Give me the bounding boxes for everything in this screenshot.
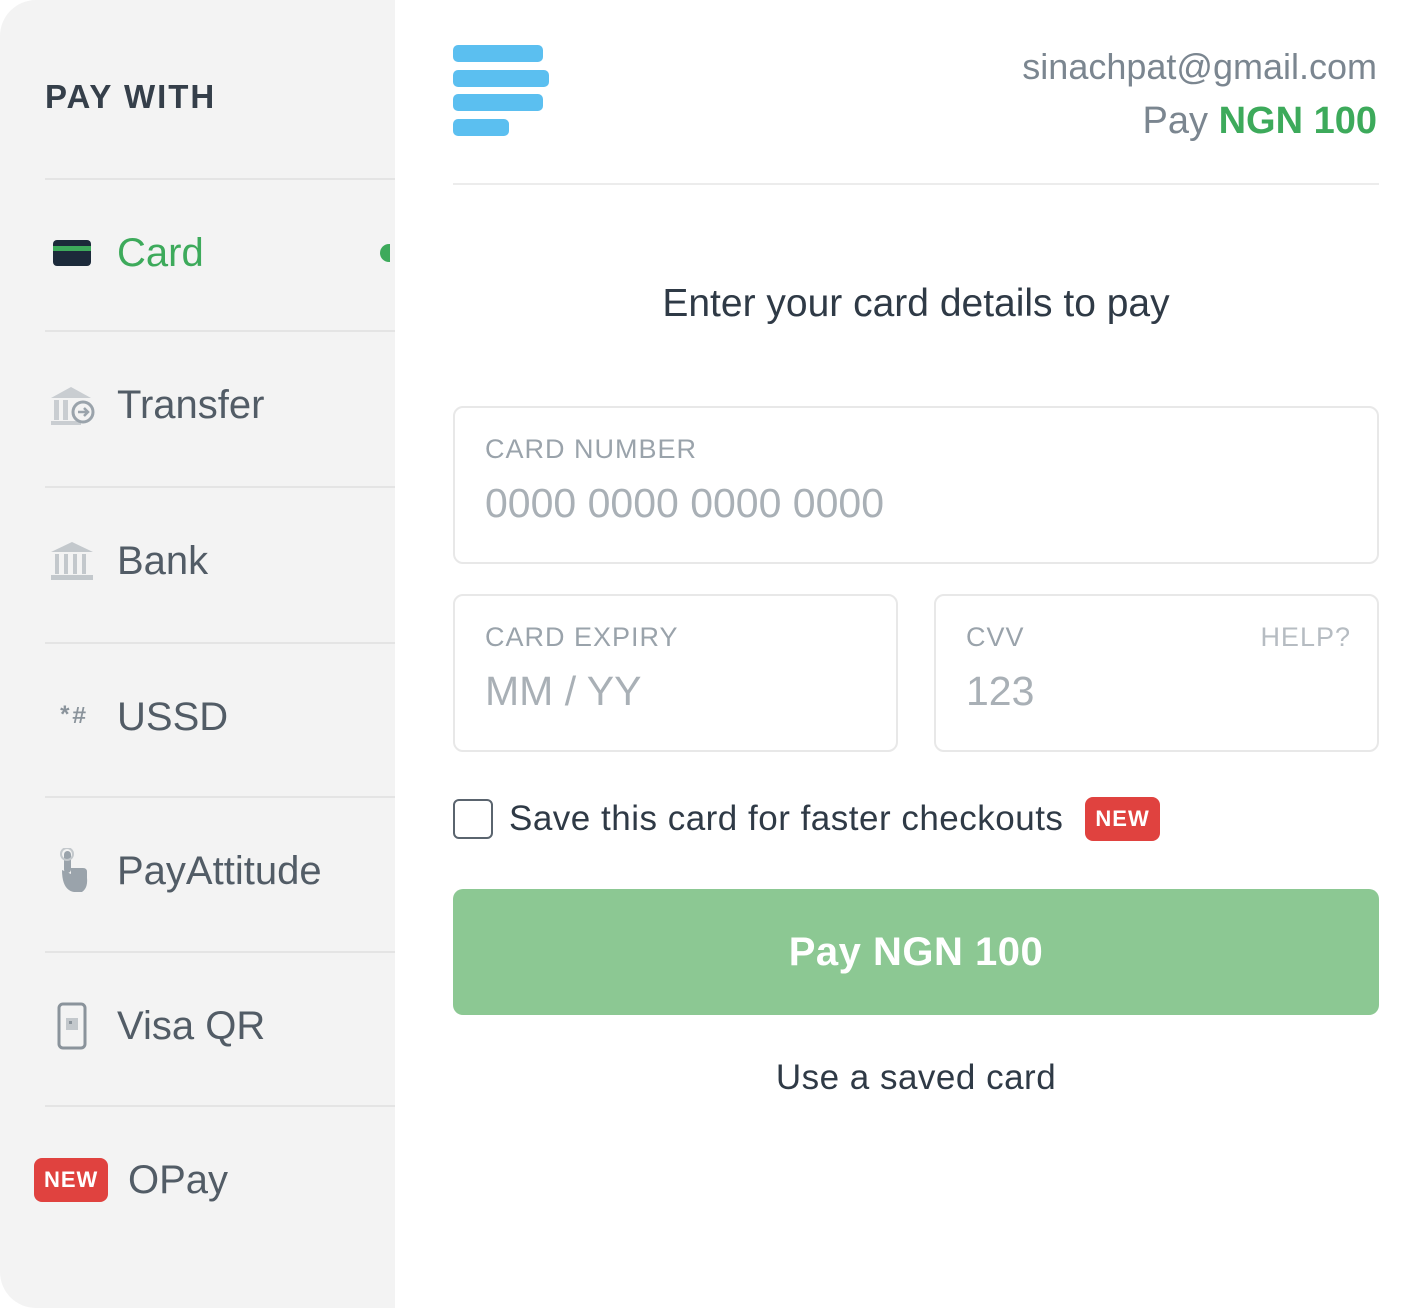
customer-email: sinachpat@gmail.com xyxy=(1022,46,1377,87)
phone-qr-icon xyxy=(48,1002,96,1050)
sidebar-item-label: USSD xyxy=(117,694,229,739)
use-saved-card-link[interactable]: Use a saved card xyxy=(453,1058,1379,1098)
card-expiry-field[interactable]: CARD EXPIRY xyxy=(453,594,898,752)
card-number-input[interactable] xyxy=(485,480,1347,527)
cvv-field[interactable]: CVV HELP? xyxy=(934,594,1379,752)
active-indicator xyxy=(380,244,390,262)
pay-with-heading: PAY WITH xyxy=(45,78,217,115)
pay-button[interactable]: Pay NGN 100 xyxy=(453,889,1379,1015)
bank-transfer-icon xyxy=(48,381,96,429)
save-card-row: Save this card for faster checkouts NEW xyxy=(453,795,1160,843)
sidebar-item-label: PayAttitude xyxy=(117,848,322,893)
touch-hand-icon xyxy=(48,847,96,895)
cvv-label: CVV xyxy=(966,622,1025,652)
cvv-input[interactable] xyxy=(966,668,1347,715)
sidebar-item-ussd[interactable]: *# USSD xyxy=(0,642,395,792)
sidebar-item-label: Transfer xyxy=(117,382,265,427)
sidebar-item-opay[interactable]: NEW OPay xyxy=(0,1105,395,1255)
sidebar-item-label: Card xyxy=(117,230,204,275)
payment-amount: Pay NGN 100 xyxy=(1143,100,1377,143)
bank-icon xyxy=(48,537,96,585)
save-card-label[interactable]: Save this card for faster checkouts xyxy=(509,799,1063,839)
sidebar-item-payattitude[interactable]: PayAttitude xyxy=(0,796,395,946)
sidebar-item-bank[interactable]: Bank xyxy=(0,486,395,636)
new-badge: NEW xyxy=(1085,797,1160,841)
sidebar-item-transfer[interactable]: Transfer xyxy=(0,330,395,480)
sidebar-item-label: Bank xyxy=(117,538,209,583)
sidebar-item-label: Visa QR xyxy=(117,1003,266,1048)
card-number-label: CARD NUMBER xyxy=(485,434,698,464)
new-badge: NEW xyxy=(34,1158,109,1202)
cvv-help-link[interactable]: HELP? xyxy=(1260,622,1351,653)
header-divider xyxy=(453,183,1379,185)
payment-method-sidebar: PAY WITH Card Transfer Bank *# USSD PayA… xyxy=(0,0,395,1308)
sidebar-item-card[interactable]: Card xyxy=(0,178,395,328)
card-icon xyxy=(48,229,96,277)
sidebar-item-label: OPay xyxy=(128,1157,229,1202)
merchant-logo xyxy=(453,45,549,137)
pay-prefix: Pay xyxy=(1142,100,1209,142)
ussd-icon: *# xyxy=(57,703,87,731)
card-number-field[interactable]: CARD NUMBER xyxy=(453,406,1379,564)
card-expiry-label: CARD EXPIRY xyxy=(485,622,679,652)
checkout-modal: PAY WITH Card Transfer Bank *# USSD PayA… xyxy=(0,0,1425,1308)
amount-value: NGN 100 xyxy=(1218,100,1377,142)
save-card-checkbox[interactable] xyxy=(453,799,493,839)
card-expiry-input[interactable] xyxy=(485,668,866,715)
sidebar-item-visa-qr[interactable]: Visa QR xyxy=(0,951,395,1101)
form-heading: Enter your card details to pay xyxy=(662,282,1170,325)
